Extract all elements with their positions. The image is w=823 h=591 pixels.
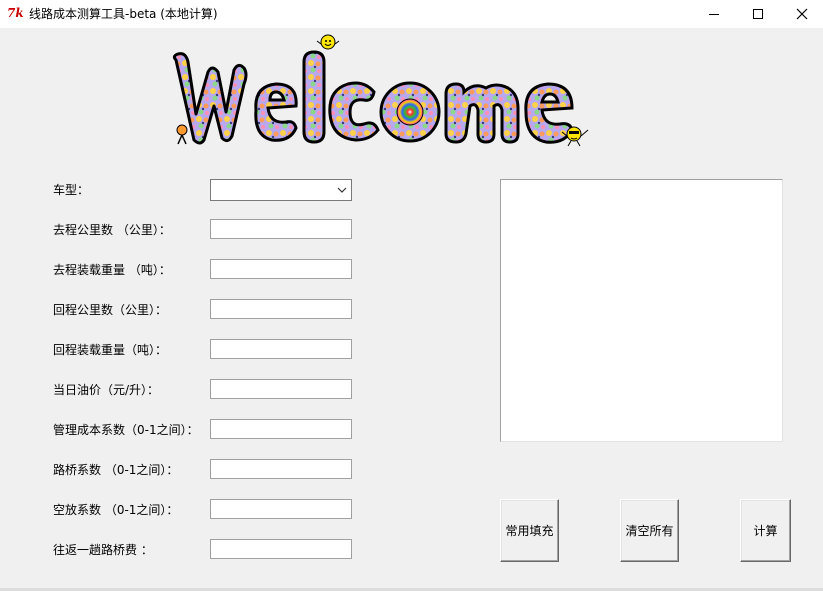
common-fill-button[interactable]: 常用填充 [500, 499, 559, 562]
vehicle-type-label: 车型： [53, 183, 90, 197]
window-title: 线路成本测算工具-beta (本地计算) [29, 7, 218, 21]
outbound-load-label: 去程装载重量 （吨）： [53, 263, 171, 277]
vehicle-type-select[interactable] [210, 179, 352, 201]
outbound-load-input[interactable] [210, 259, 352, 279]
close-button[interactable] [779, 0, 823, 28]
bridge-factor-label: 路桥系数 （0-1之间）： [53, 463, 179, 477]
minimize-icon [709, 14, 719, 15]
title-bar[interactable]: 7k 线路成本测算工具-beta (本地计算) [0, 0, 823, 28]
empty-factor-label: 空放系数 （0-1之间）： [53, 503, 179, 517]
mgmt-cost-factor-input[interactable] [210, 419, 352, 439]
return-load-input[interactable] [210, 339, 352, 359]
tk-feather-icon: 7k [7, 6, 24, 20]
round-trip-toll-label: 往返一趟路桥费 ： [53, 543, 153, 557]
outbound-distance-input[interactable] [210, 219, 352, 239]
clear-all-button[interactable]: 清空所有 [620, 499, 679, 562]
maximize-button[interactable] [735, 0, 781, 28]
maximize-icon [753, 9, 763, 19]
round-trip-toll-input[interactable] [210, 539, 352, 559]
mgmt-cost-factor-label: 管理成本系数（0-1之间）： [53, 423, 199, 437]
outbound-distance-label: 去程公里数 （公里）： [53, 223, 171, 237]
return-distance-label: 回程公里数（公里）： [53, 303, 168, 317]
return-distance-input[interactable] [210, 299, 352, 319]
empty-factor-input[interactable] [210, 499, 352, 519]
minimize-button[interactable] [691, 0, 737, 28]
close-icon [796, 8, 808, 20]
bridge-factor-input[interactable] [210, 459, 352, 479]
welcome-banner-image [172, 34, 589, 147]
chevron-down-icon[interactable] [337, 186, 347, 194]
app-window: 7k 线路成本测算工具-beta (本地计算) 车型： 去程公里数 （公里）： … [0, 0, 823, 591]
result-output-text[interactable] [500, 179, 783, 442]
return-load-label: 回程装载重量（吨）： [53, 343, 168, 357]
fuel-price-label: 当日油价（元/升）： [53, 383, 160, 397]
fuel-price-input[interactable] [210, 379, 352, 399]
calculate-button[interactable]: 计算 [740, 499, 791, 562]
